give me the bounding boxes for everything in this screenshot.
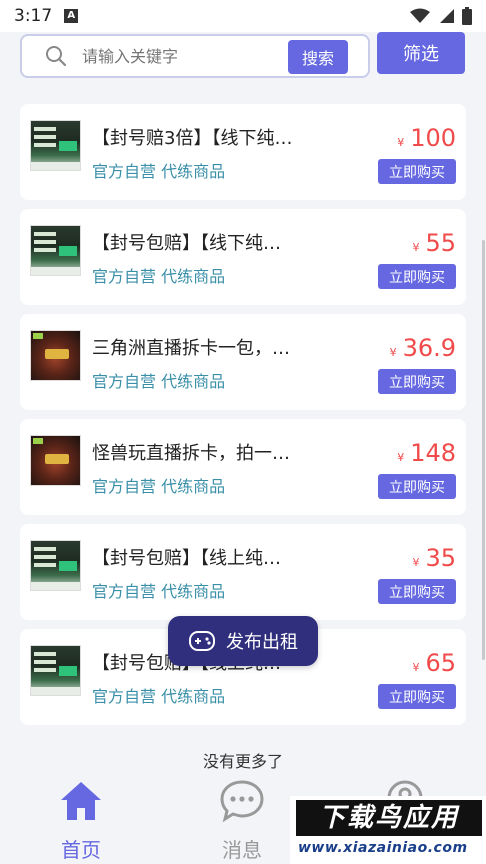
listing-card[interactable]: 【封号赔3倍】【线下纯… 官方自营 代练商品 ¥100 立即购买 xyxy=(20,104,466,200)
status-bar: 3:17 A xyxy=(0,0,486,32)
publish-rental-label: 发布出租 xyxy=(226,632,298,653)
tab-home-label: 首页 xyxy=(61,838,101,862)
listing-price: ¥55 xyxy=(412,229,456,257)
listing-title: 三角洲直播拆卡一包，… xyxy=(92,338,290,359)
battery-icon xyxy=(462,7,472,25)
buy-now-button[interactable]: 立即购买 xyxy=(378,474,456,499)
listing-title: 怪兽玩直播拆卡，拍一… xyxy=(92,443,290,464)
price-value: 100 xyxy=(410,124,456,152)
scrollbar[interactable] xyxy=(482,240,485,660)
listing-thumbnail xyxy=(30,540,81,591)
chat-icon xyxy=(220,780,264,823)
price-value: 35 xyxy=(425,544,456,572)
tab-messages[interactable]: 消息 xyxy=(192,778,292,863)
listing-card[interactable]: 【封号包赔】【线下纯… 官方自营 代练商品 ¥55 立即购买 xyxy=(20,209,466,305)
listing-price: ¥148 xyxy=(397,439,456,467)
gamepad-icon xyxy=(189,631,215,651)
currency-symbol: ¥ xyxy=(397,451,405,464)
status-icons xyxy=(410,7,472,25)
price-value: 148 xyxy=(410,439,456,467)
buy-now-button[interactable]: 立即购买 xyxy=(378,369,456,394)
listing-subtitle: 官方自营 代练商品 xyxy=(92,372,226,391)
currency-symbol: ¥ xyxy=(397,136,405,149)
listing-subtitle: 官方自营 代练商品 xyxy=(92,267,226,286)
tab-home[interactable]: 首页 xyxy=(31,778,131,863)
listing-thumbnail xyxy=(30,120,81,171)
listing-price: ¥36.9 xyxy=(390,334,456,362)
listing-subtitle: 官方自营 代练商品 xyxy=(92,687,226,706)
signal-icon xyxy=(440,9,454,23)
price-value: 65 xyxy=(425,649,456,677)
status-time: 3:17 xyxy=(14,6,53,26)
search-box[interactable]: 搜索 xyxy=(20,34,370,78)
search-input[interactable] xyxy=(82,46,272,66)
watermark-logo: 下载鸟应用 xyxy=(296,800,482,836)
watermark-url: www.xiazainiao.com xyxy=(298,840,468,856)
listing-thumbnail xyxy=(30,645,81,696)
buy-now-button[interactable]: 立即购买 xyxy=(378,159,456,184)
filter-button[interactable]: 筛选 xyxy=(377,32,465,74)
listing-thumbnail xyxy=(30,330,81,381)
search-row: 搜索 筛选 xyxy=(0,32,486,82)
wifi-icon xyxy=(410,8,430,23)
notification-icon: A xyxy=(64,9,79,23)
end-of-list-text: 没有更多了 xyxy=(202,752,283,771)
price-value: 55 xyxy=(425,229,456,257)
price-value: 36.9 xyxy=(402,334,456,362)
tab-messages-label: 消息 xyxy=(222,838,262,862)
search-icon xyxy=(46,46,67,67)
currency-symbol: ¥ xyxy=(412,556,420,569)
publish-rental-button[interactable]: 发布出租 xyxy=(168,616,318,666)
search-button[interactable]: 搜索 xyxy=(288,40,348,74)
listing-price: ¥65 xyxy=(412,649,456,677)
buy-now-button[interactable]: 立即购买 xyxy=(378,579,456,604)
listing-thumbnail xyxy=(30,225,81,276)
home-icon xyxy=(61,782,101,820)
listing-title: 【封号包赔】【线下纯… xyxy=(92,233,281,254)
listing-price: ¥100 xyxy=(397,124,456,152)
listing-thumbnail xyxy=(30,435,81,486)
currency-symbol: ¥ xyxy=(412,661,420,674)
listing-card[interactable]: 【封号包赔】【线上纯… 官方自营 代练商品 ¥35 立即购买 xyxy=(20,524,466,620)
currency-symbol: ¥ xyxy=(389,346,397,359)
listing-title: 【封号赔3倍】【线下纯… xyxy=(92,128,293,149)
listing-card[interactable]: 怪兽玩直播拆卡，拍一… 官方自营 代练商品 ¥148 立即购买 xyxy=(20,419,466,515)
buy-now-button[interactable]: 立即购买 xyxy=(378,684,456,709)
listing-subtitle: 官方自营 代练商品 xyxy=(92,477,226,496)
listing-price: ¥35 xyxy=(412,544,456,572)
buy-now-button[interactable]: 立即购买 xyxy=(378,264,456,289)
listing-title: 【封号包赔】【线上纯… xyxy=(92,548,281,569)
watermark: 下载鸟应用 www.xiazainiao.com xyxy=(290,796,486,864)
listing-subtitle: 官方自营 代练商品 xyxy=(92,582,226,601)
currency-symbol: ¥ xyxy=(412,241,420,254)
listing-subtitle: 官方自营 代练商品 xyxy=(92,162,226,181)
listing-card[interactable]: 三角洲直播拆卡一包，… 官方自营 代练商品 ¥36.9 立即购买 xyxy=(20,314,466,410)
